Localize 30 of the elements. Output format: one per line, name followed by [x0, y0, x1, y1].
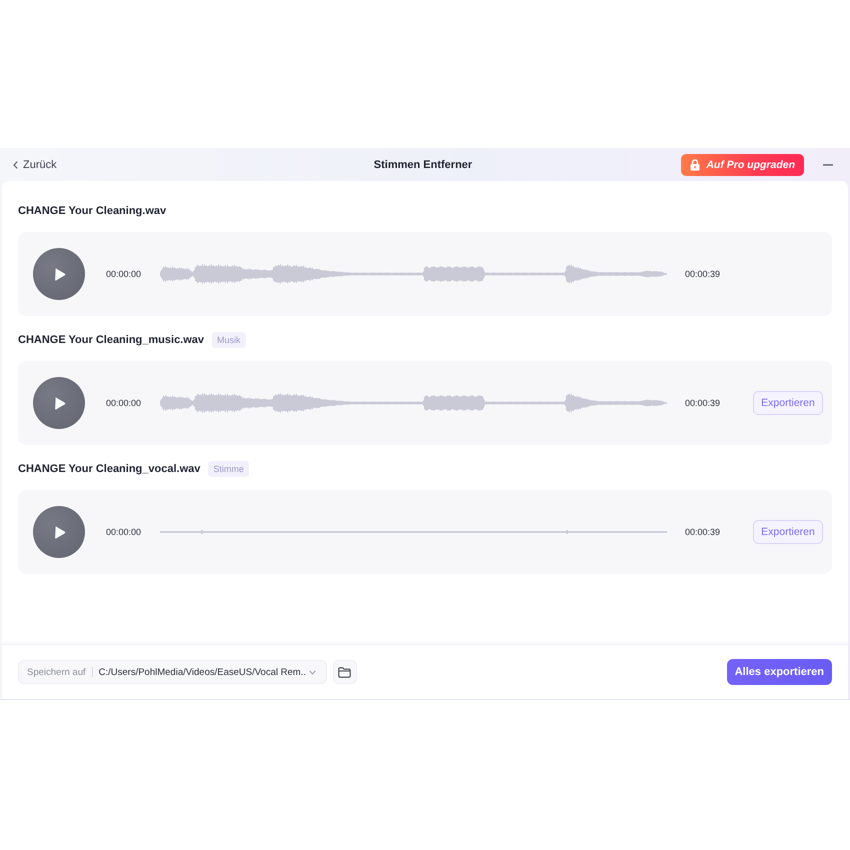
- file-name: CHANGE Your Cleaning_music.wav: [18, 334, 204, 346]
- file-name: CHANGE Your Cleaning_vocal.wav: [18, 463, 200, 475]
- file-name: CHANGE Your Cleaning.wav: [18, 205, 166, 217]
- end-time: 00:00:39: [685, 269, 722, 279]
- export-button[interactable]: Exportieren: [753, 520, 823, 544]
- chevron-left-icon: [13, 160, 18, 168]
- folder-icon: [338, 666, 352, 678]
- play-button[interactable]: [33, 506, 85, 558]
- minimize-icon[interactable]: [823, 164, 833, 166]
- start-time: 00:00:00: [106, 398, 142, 408]
- play-icon: [54, 268, 66, 280]
- lock-icon: [690, 158, 700, 170]
- play-icon: [54, 526, 66, 538]
- play-icon: [54, 396, 66, 410]
- chevron-down-icon: [308, 670, 316, 674]
- window-title: Stimmen Entferner: [374, 158, 472, 170]
- end-time: 00:00:39: [685, 398, 722, 408]
- start-time: 00:00:00: [106, 269, 142, 279]
- start-time: 00:00:00: [106, 527, 142, 537]
- play-button[interactable]: [33, 248, 85, 300]
- track-tag: Musik: [212, 332, 246, 348]
- export-button[interactable]: Exportieren: [753, 391, 823, 415]
- export-all-button[interactable]: Alles exportieren: [726, 659, 832, 685]
- track-tag: Stimme: [208, 461, 249, 477]
- save-location-dropdown[interactable]: Speichern auf C:/Users/PohlMedia/Videos/EaseUS/Vocal Rem..: [18, 660, 327, 684]
- end-time: 00:00:39: [685, 527, 722, 537]
- folder-button[interactable]: [332, 660, 357, 684]
- upgrade-button[interactable]: Auf Pro upgraden: [681, 154, 804, 176]
- back-link[interactable]: Zurück: [13, 158, 57, 170]
- play-button[interactable]: [33, 377, 85, 429]
